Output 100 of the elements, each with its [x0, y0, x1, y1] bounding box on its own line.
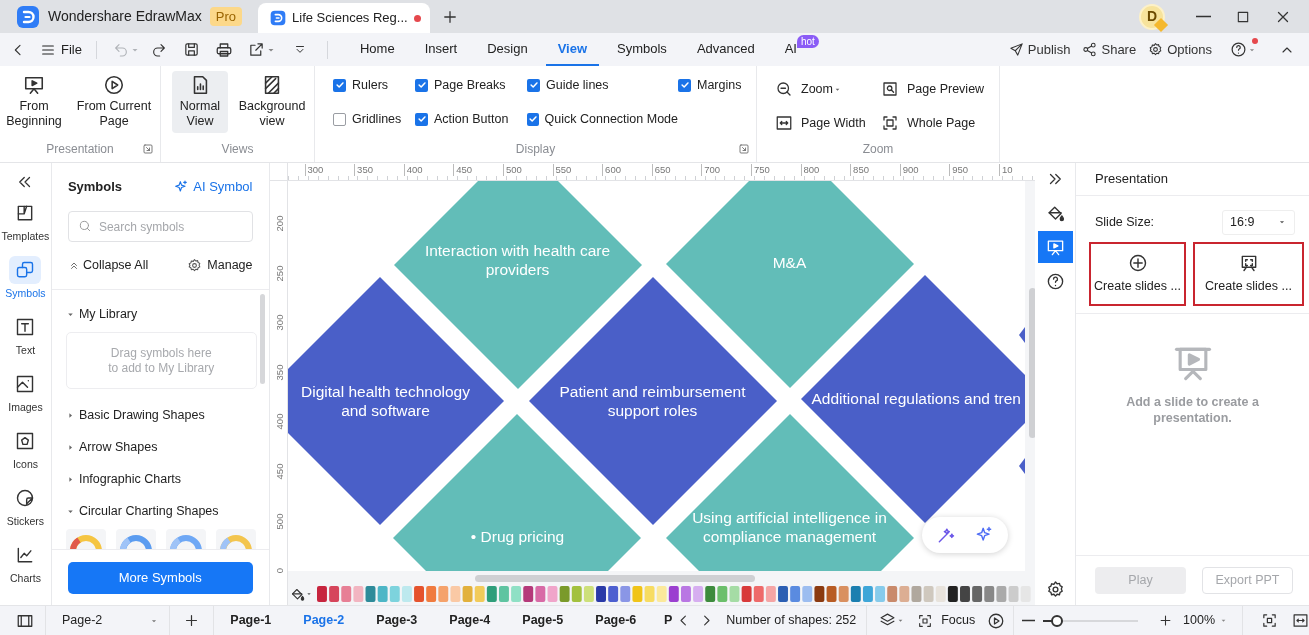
create-slides-button[interactable]: Create slides ...	[1193, 242, 1304, 306]
page-preview-button[interactable]: Page Preview	[881, 78, 999, 100]
hot-badge: hot	[797, 35, 819, 48]
ruler-label: 200	[273, 214, 284, 233]
ai-symbol-button[interactable]: AI Symbol	[173, 177, 253, 197]
ruler-label: 900	[899, 164, 919, 176]
ruler-label: 300	[304, 164, 324, 176]
ruler-label: 950	[949, 164, 969, 176]
zoom-button[interactable]: Zoom	[775, 78, 881, 100]
ruler-label: 10	[998, 164, 1013, 176]
ruler-label: 0	[273, 567, 284, 576]
publish-button[interactable]: Publish	[1008, 39, 1071, 60]
ribbon-tab[interactable]: Insert	[412, 33, 470, 66]
ribbon-tab[interactable]: Design	[475, 33, 540, 66]
shape-label: Digital health technology and software	[300, 382, 471, 420]
ribbon-tab[interactable]: Advanced	[684, 33, 767, 66]
app-title: Wondershare EdrawMax	[48, 7, 202, 26]
shape-label: Interaction with health care providers	[423, 241, 612, 279]
sidebar-item[interactable]: Symbols	[1, 254, 50, 311]
options-button[interactable]: Options	[1148, 39, 1212, 60]
manage-button[interactable]: Manage	[187, 256, 253, 275]
sidebar-item[interactable]: Stickers	[1, 482, 50, 539]
ruler-label: 850	[850, 164, 869, 176]
shape-label: Patient and reimbursement support roles	[558, 382, 747, 420]
whole-page-button[interactable]: Whole Page	[881, 112, 999, 134]
sidebar-item[interactable]: Images	[1, 368, 50, 425]
ruler-label: 750	[750, 164, 770, 176]
ribbon-tab[interactable]: Home	[347, 33, 407, 66]
library-section[interactable]: Circular Charting Shapes	[65, 495, 219, 527]
ruler-label: 600	[602, 164, 621, 176]
option-checkbox[interactable]: Gridlines	[333, 111, 415, 127]
more-symbols-button[interactable]: More Symbols	[67, 561, 253, 594]
library-section[interactable]: Basic Drawing Shapes	[65, 399, 205, 431]
library-section[interactable]: Arrow Shapes	[65, 431, 158, 463]
document-tab[interactable]: Life Sciences Reg...	[258, 3, 431, 33]
ruler-label: 300	[273, 313, 284, 332]
shape-label: Additional regulations and tren	[811, 389, 1022, 408]
zoom-level-select[interactable]: 100%	[1183, 611, 1229, 630]
sidebar-item[interactable]: Charts	[1, 539, 50, 596]
sidebar-item[interactable]: Icons	[1, 425, 50, 482]
option-checkbox[interactable]: Guide lines	[527, 77, 678, 93]
file-menu[interactable]: File	[40, 39, 82, 60]
option-checkbox[interactable]: Margins	[678, 77, 756, 93]
focus-button[interactable]: Focus	[917, 611, 976, 630]
drop-hint: Drag symbols here to add to My Library	[108, 345, 215, 376]
create-slides-button[interactable]: Create slides ...	[1089, 242, 1186, 306]
option-checkbox[interactable]: Action Button	[415, 111, 527, 127]
page-tab[interactable]: P	[652, 605, 673, 635]
ribbon-tab[interactable]: Symbols	[605, 33, 679, 66]
ruler-label: 800	[800, 164, 820, 176]
ruler-label: 350	[273, 363, 284, 382]
ruler-label: 400	[403, 164, 423, 176]
option-checkbox[interactable]: Rulers	[333, 77, 415, 93]
share-button[interactable]: Share	[1082, 39, 1137, 60]
shape-count: Number of shapes: 252	[726, 612, 857, 630]
page-select[interactable]: Page-2	[45, 605, 169, 635]
ruler-label: 450	[273, 462, 284, 481]
ruler-label: 500	[502, 164, 522, 176]
ruler-label: 550	[552, 164, 572, 176]
play-from-beginning-button[interactable]: From Beginning	[6, 74, 62, 129]
ruler-label: 650	[651, 164, 671, 176]
empty-message: Add a slide to create a presentation.	[1125, 394, 1260, 426]
library-section[interactable]: Infographic Charts	[65, 463, 182, 495]
group-label: Zoom	[862, 141, 894, 158]
library-section[interactable]: My Library	[65, 298, 138, 330]
search-field[interactable]: Search symbols	[67, 211, 253, 242]
page-tab[interactable]: Page-3	[360, 605, 434, 635]
collapse-all-button[interactable]: Collapse All	[67, 256, 149, 275]
page-tab[interactable]: Page-1	[214, 605, 288, 635]
ruler-label: 500	[273, 512, 284, 531]
slide-size-label: Slide Size:	[1095, 213, 1155, 231]
sidebar-item[interactable]: Text	[1, 311, 50, 368]
group-label: Display	[515, 141, 556, 158]
pro-badge: Pro	[209, 7, 243, 26]
play-from-current-button[interactable]: From Current Page	[72, 74, 156, 129]
normal-view-button[interactable]: Normal View	[172, 71, 228, 133]
option-checkbox[interactable]: Page Breaks	[415, 77, 527, 93]
page-tab[interactable]: Page-4	[433, 605, 507, 635]
ruler-label: 700	[701, 164, 721, 176]
page-tab[interactable]: Page-6	[579, 605, 653, 635]
group-label: Views	[221, 141, 254, 158]
ruler-label: 400	[273, 412, 284, 431]
option-checkbox[interactable]: Quick Connection Mode	[527, 111, 678, 127]
ruler-label: 450	[453, 164, 473, 176]
shape-label: Using artificial intelligence in compliance management	[691, 508, 888, 546]
ruler-label: 250	[273, 264, 284, 283]
page-tab[interactable]: Page-2	[287, 605, 361, 635]
panel-title: Presentation	[1095, 170, 1168, 189]
sidebar-item[interactable]: Templates	[1, 197, 50, 254]
background-view-button[interactable]: Background view	[234, 71, 310, 133]
ruler-label: 350	[354, 164, 373, 176]
page-width-button[interactable]: Page Width	[775, 112, 881, 134]
shape-label: M&A	[771, 253, 808, 272]
group-label: Presentation	[46, 141, 114, 158]
shape-label: • Drug pricing	[469, 527, 566, 546]
account-avatar[interactable]: D	[1139, 3, 1165, 30]
slide-size-select[interactable]: 16:9	[1222, 209, 1295, 235]
page-tab[interactable]: Page-5	[506, 605, 580, 635]
panel-title: Symbols	[67, 178, 123, 197]
app-tab[interactable]: Wondershare EdrawMax Pro	[0, 0, 255, 33]
